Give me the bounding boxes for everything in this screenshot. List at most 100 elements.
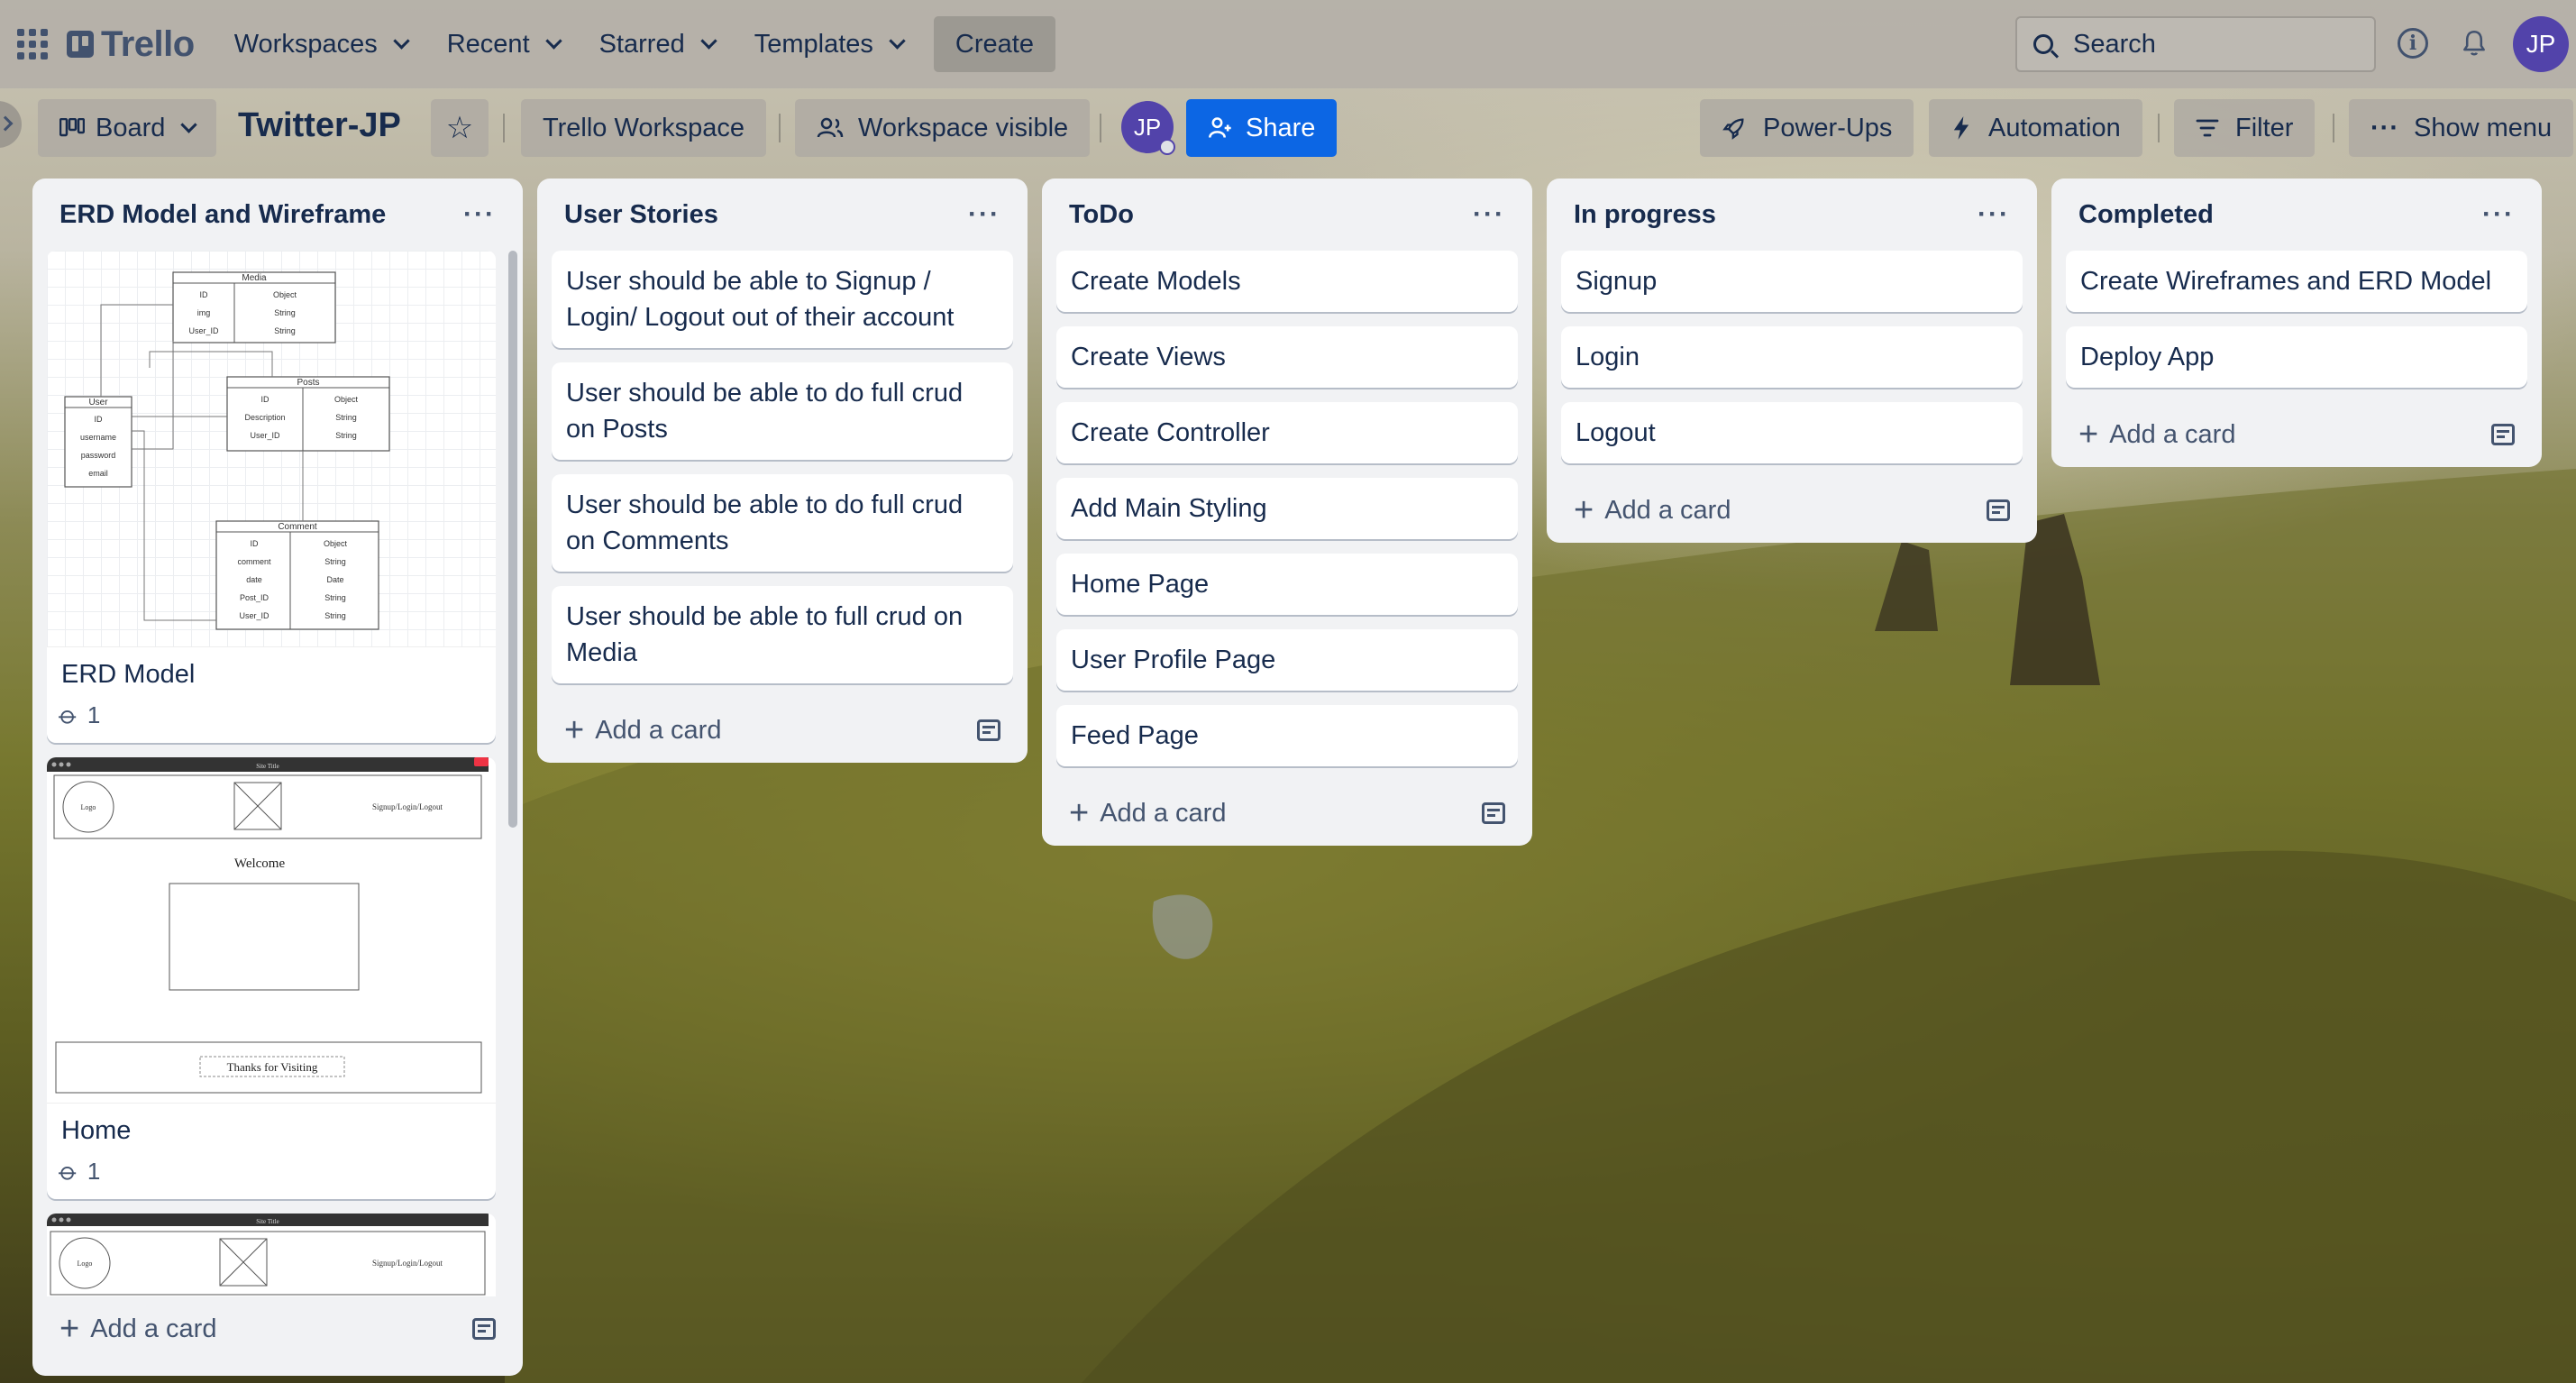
card-template-icon[interactable]	[1987, 499, 2010, 521]
show-menu-button[interactable]: ··· Show menu	[2349, 99, 2574, 157]
card[interactable]: Feed Page	[1056, 705, 1518, 766]
share-button[interactable]: Share	[1186, 99, 1338, 157]
add-card-button[interactable]: + Add a card	[47, 1296, 508, 1361]
erd-media-title: Media	[242, 273, 267, 283]
search-placeholder: Search	[2073, 29, 2156, 59]
card[interactable]: User should be able to full crud on Medi…	[552, 586, 1013, 683]
card[interactable]: User should be able to do full crud on P…	[552, 362, 1013, 460]
card-erd-model[interactable]: Media Posts User Comment ID img User_ID …	[47, 251, 496, 743]
list-title: ToDo	[1069, 199, 1134, 229]
nav-templates[interactable]: Templates	[740, 16, 918, 72]
plus-icon: +	[1574, 491, 1594, 529]
automation-button[interactable]: Automation	[1929, 99, 2142, 157]
list-in-progress: In progress ··· Signup Login Logout + Add…	[1547, 179, 2037, 543]
card-wireframe-partial[interactable]: Site Title Logo Signup/Login/Logout	[47, 1214, 496, 1296]
list-scrollbar[interactable]	[508, 251, 517, 828]
nav-starred[interactable]: Starred	[585, 16, 729, 72]
card[interactable]: Create Models	[1056, 251, 1518, 312]
card-template-icon[interactable]	[472, 1318, 496, 1340]
wireframe-partial: Site Title Logo Signup/Login/Logout	[47, 1214, 489, 1296]
list-title: User Stories	[564, 199, 718, 229]
nav-workspaces[interactable]: Workspaces	[220, 16, 422, 72]
card[interactable]: Login	[1561, 326, 2023, 388]
erd-type: String	[324, 611, 346, 620]
add-card-button[interactable]: + Add a card	[552, 698, 1013, 763]
app-switcher-icon[interactable]	[14, 26, 50, 62]
add-card-button[interactable]: + Add a card	[2066, 402, 2527, 467]
search-input[interactable]: Search	[2015, 16, 2376, 72]
card[interactable]: Create Views	[1056, 326, 1518, 388]
more-dots-icon: ···	[2370, 113, 2399, 142]
erd-user-title: User	[88, 398, 108, 408]
logo-text: Trello	[101, 23, 195, 64]
erd-field: User_ID	[250, 431, 280, 440]
card-home[interactable]: Site Title Logo Signup/Login/Logout Welc…	[47, 757, 496, 1199]
nav-recent[interactable]: Recent	[433, 16, 574, 72]
card[interactable]: Signup	[1561, 251, 2023, 312]
card-template-icon[interactable]	[977, 719, 1000, 741]
card[interactable]: Logout	[1561, 402, 2023, 463]
board-view-switcher[interactable]: Board	[38, 99, 217, 157]
filter-label: Filter	[2235, 113, 2294, 142]
list-header[interactable]: ToDo ···	[1056, 179, 1518, 251]
divider	[503, 114, 505, 142]
card[interactable]: Deploy App	[2066, 326, 2527, 388]
divider	[1100, 114, 1101, 142]
power-ups-button[interactable]: Power-Ups	[1700, 99, 1914, 157]
create-button[interactable]: Create	[933, 16, 1055, 72]
add-card-label: Add a card	[1100, 798, 1227, 828]
search-icon	[2033, 34, 2053, 54]
list-title: Completed	[2078, 199, 2214, 229]
erd-type: Date	[326, 575, 343, 584]
card-template-icon[interactable]	[1482, 802, 1505, 824]
board-member-avatar[interactable]: JP	[1121, 101, 1175, 155]
card[interactable]: Home Page	[1056, 554, 1518, 615]
home-wireframe: Site Title Logo Signup/Login/Logout Welc…	[47, 757, 489, 1094]
board-header: Board Twitter-JP ☆ Trello Workspace Work…	[0, 88, 2576, 168]
lightning-icon	[1953, 116, 1969, 140]
erd-type: String	[335, 413, 357, 422]
erd-comment-title: Comment	[278, 522, 317, 532]
notification-bell-icon[interactable]	[2459, 27, 2489, 60]
star-board-button[interactable]: ☆	[431, 99, 489, 157]
erd-field: comment	[237, 557, 271, 566]
card[interactable]: Create Wireframes and ERD Model	[2066, 251, 2527, 312]
info-icon[interactable]: i	[2398, 28, 2428, 59]
attachment-count: 1	[87, 701, 101, 728]
wf-logo: Logo	[78, 1259, 93, 1268]
nav-recent-label: Recent	[446, 29, 530, 59]
card[interactable]: User should be able to do full crud on C…	[552, 474, 1013, 572]
card-template-icon[interactable]	[2491, 424, 2515, 445]
list-header[interactable]: User Stories ···	[552, 179, 1013, 251]
card[interactable]: Create Controller	[1056, 402, 1518, 463]
erd-type: String	[324, 593, 346, 602]
expand-sidebar-button[interactable]	[0, 101, 22, 148]
list-menu-icon[interactable]: ···	[1473, 199, 1505, 230]
chevron-down-icon	[393, 32, 410, 50]
add-card-button[interactable]: + Add a card	[1056, 781, 1518, 846]
erd-posts-title: Posts	[297, 378, 319, 388]
user-avatar[interactable]: JP	[2513, 16, 2569, 72]
list-header[interactable]: Completed ···	[2066, 179, 2527, 251]
workspace-button[interactable]: Trello Workspace	[521, 99, 767, 157]
visibility-button[interactable]: Workspace visible	[795, 99, 1091, 157]
trello-logo[interactable]: Trello	[67, 24, 195, 65]
list-header[interactable]: ERD Model and Wireframe ···	[47, 179, 508, 251]
card[interactable]: User should be able to Signup / Login/ L…	[552, 251, 1013, 348]
add-card-button[interactable]: + Add a card	[1561, 478, 2023, 543]
list-menu-icon[interactable]: ···	[1978, 199, 2010, 230]
board-title[interactable]: Twitter-JP	[238, 106, 401, 145]
card[interactable]: Add Main Styling	[1056, 478, 1518, 539]
list-menu-icon[interactable]: ···	[2482, 199, 2515, 230]
list-header[interactable]: In progress ···	[1561, 179, 2023, 251]
erd-type: Object	[273, 290, 297, 299]
erd-diagram: Media Posts User Comment ID img User_ID …	[64, 271, 390, 630]
list-menu-icon[interactable]: ···	[463, 199, 496, 230]
filter-icon	[2196, 119, 2219, 137]
card[interactable]: User Profile Page	[1056, 629, 1518, 691]
list-title: ERD Model and Wireframe	[59, 199, 387, 229]
list-menu-icon[interactable]: ···	[968, 199, 1000, 230]
member-initials: JP	[1133, 113, 1162, 141]
filter-button[interactable]: Filter	[2174, 99, 2316, 157]
erd-type: Object	[324, 539, 348, 548]
